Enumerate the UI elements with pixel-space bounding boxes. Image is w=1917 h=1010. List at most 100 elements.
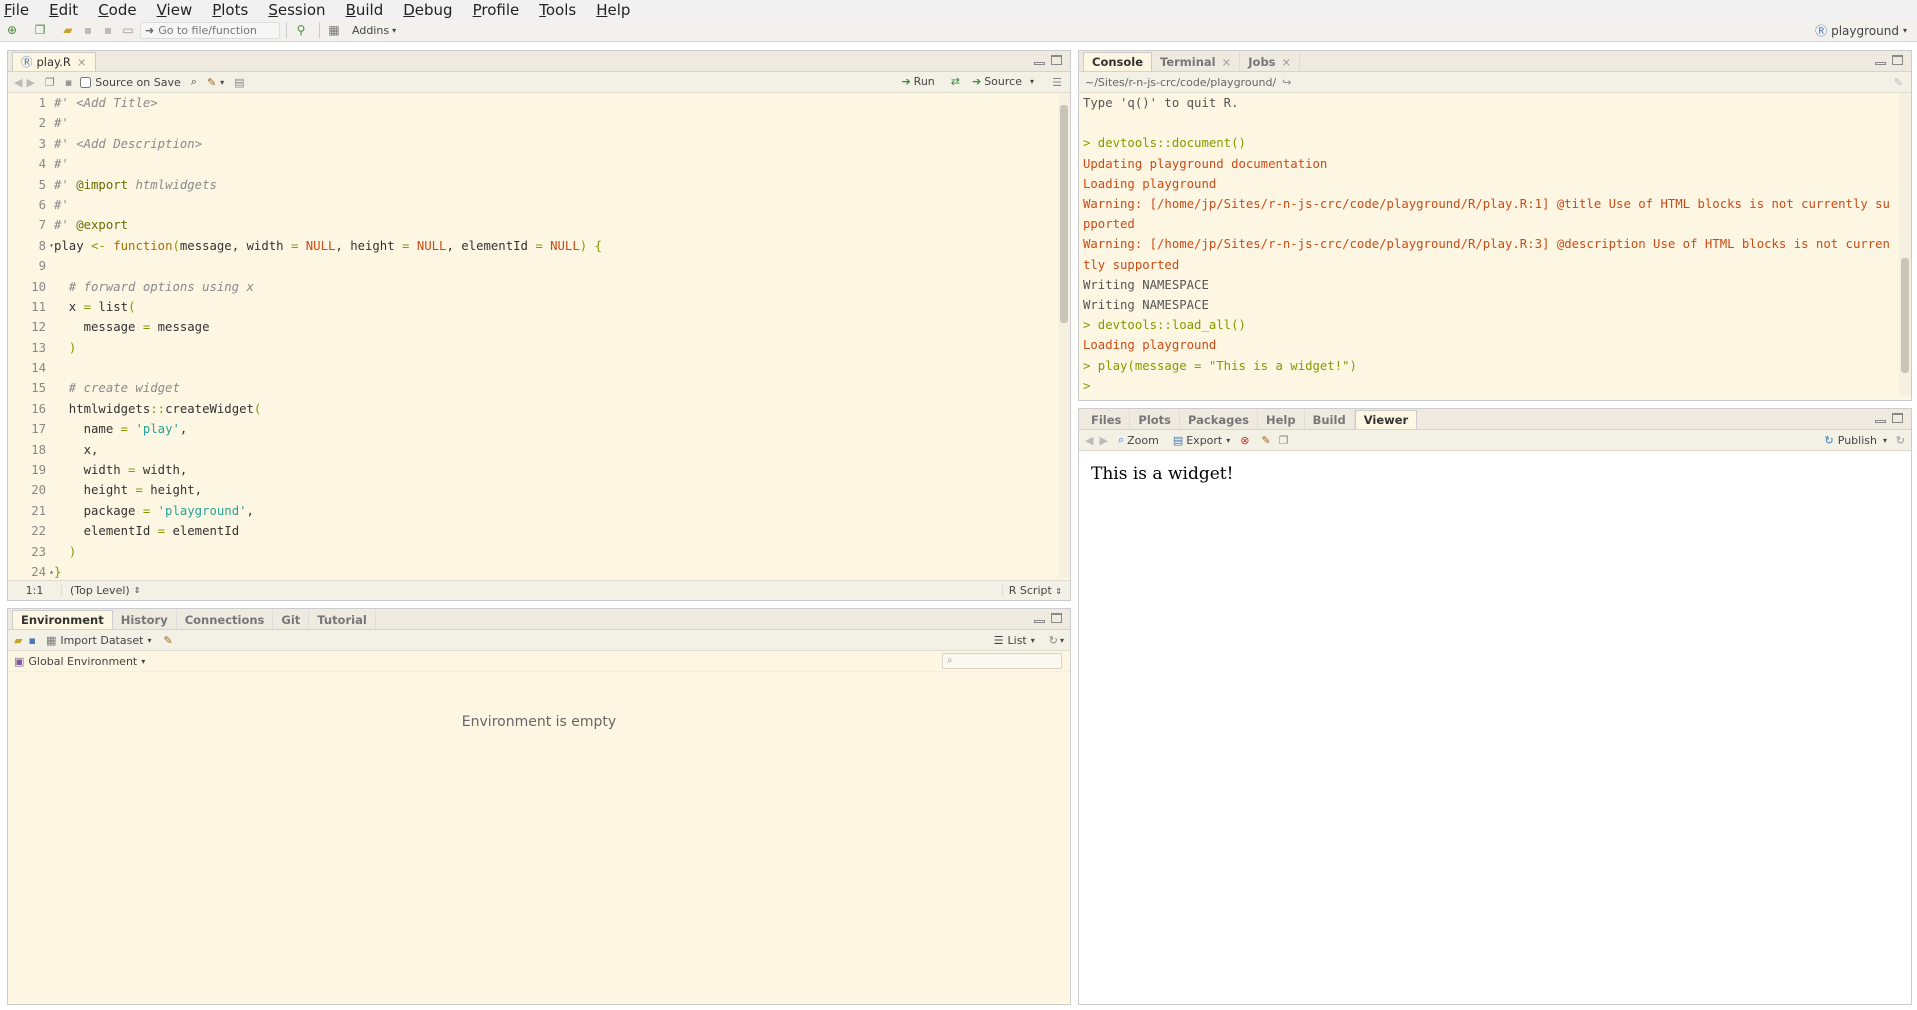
back-arrow-icon[interactable]: ◀: [1085, 434, 1093, 447]
console-output[interactable]: Type 'q()' to quit R. > devtools::docume…: [1083, 93, 1895, 396]
menu-debug[interactable]: Debug: [403, 1, 452, 19]
filetype-selector[interactable]: R Script ⇕: [1001, 584, 1062, 597]
goto-file-input[interactable]: ➜ Go to file/function: [140, 21, 280, 39]
console-line: > devtools::load_all(): [1083, 318, 1246, 333]
tab-console[interactable]: Console: [1083, 52, 1153, 71]
environment-selector[interactable]: Global Environment: [28, 655, 137, 668]
refresh-icon[interactable]: ↻: [1049, 634, 1058, 647]
console-line: > play(message = "This is a widget!"): [1083, 358, 1357, 373]
tab-plots[interactable]: Plots: [1130, 410, 1181, 429]
tab-terminal[interactable]: Terminal ×: [1152, 52, 1241, 71]
console-pane: Console Terminal × Jobs × ~/Sites/r-n-js-crc…: [1078, 50, 1912, 401]
viewer-content: This is a widget!: [1079, 452, 1911, 1004]
menu-build[interactable]: Build: [346, 1, 384, 19]
broom-icon[interactable]: ✎: [1261, 434, 1270, 447]
export-icon: ▤: [1172, 433, 1184, 447]
view-mode-button[interactable]: List: [1008, 634, 1027, 647]
r-project-icon: Ⓡ: [1815, 24, 1828, 38]
minimize-icon[interactable]: [1034, 62, 1045, 65]
code-line: 1 #' <Add Title>: [38, 96, 158, 110]
tab-play-r[interactable]: Ⓡplay.R ×: [12, 52, 96, 71]
outline-icon[interactable]: ☰: [1052, 76, 1062, 89]
forward-arrow-icon[interactable]: ▶: [1099, 434, 1107, 447]
tab-environment[interactable]: Environment: [12, 610, 113, 629]
minimize-icon[interactable]: [1875, 420, 1886, 423]
menu-session[interactable]: Session: [268, 1, 325, 19]
tab-packages[interactable]: Packages: [1180, 410, 1258, 429]
show-in-window-icon[interactable]: ❐: [45, 76, 55, 89]
maximize-icon[interactable]: [1892, 413, 1903, 423]
tab-viewer[interactable]: Viewer: [1354, 410, 1418, 429]
menu-profile[interactable]: Profile: [473, 1, 520, 19]
show-in-window-icon[interactable]: ❐: [1279, 434, 1289, 447]
maximize-icon[interactable]: [1051, 613, 1062, 623]
close-icon[interactable]: ×: [1282, 55, 1292, 69]
go-to-directory-icon[interactable]: ↪: [1282, 76, 1291, 89]
tab-history[interactable]: History: [113, 610, 177, 629]
menu-file[interactable]: File: [4, 1, 29, 19]
export-button[interactable]: Export: [1186, 434, 1222, 447]
search-icon[interactable]: ⌕: [191, 75, 197, 89]
environment-search-input[interactable]: ⌕: [942, 653, 1062, 669]
save-icon[interactable]: ▪: [80, 23, 96, 37]
tab-files[interactable]: Files: [1083, 410, 1131, 429]
rerun-icon[interactable]: ⇄: [951, 75, 960, 88]
tab-build[interactable]: Build: [1305, 410, 1355, 429]
tab-jobs[interactable]: Jobs ×: [1240, 52, 1301, 71]
chevron-down-icon: ▾: [392, 25, 397, 35]
clear-console-icon[interactable]: ✎: [1894, 76, 1903, 89]
source-button[interactable]: Source: [984, 75, 1022, 88]
minimize-icon[interactable]: [1034, 620, 1045, 623]
console-line: > devtools::document(): [1083, 136, 1246, 151]
close-icon[interactable]: ×: [1222, 55, 1232, 69]
print-icon[interactable]: ▭: [120, 23, 136, 37]
publish-button[interactable]: Publish: [1838, 434, 1877, 447]
editor-scrollbar[interactable]: [1058, 93, 1070, 578]
addins-menu[interactable]: Addins: [352, 24, 389, 37]
maximize-icon[interactable]: [1892, 55, 1903, 65]
menu-help[interactable]: Help: [596, 1, 630, 19]
maximize-icon[interactable]: [1051, 55, 1062, 65]
scope-selector[interactable]: (Top Level): [70, 584, 130, 597]
code-editor[interactable]: 1 #' <Add Title> 2 #' 3 #' <Add Description> 4…: [8, 93, 1058, 578]
source-on-save-checkbox[interactable]: [80, 76, 92, 88]
new-file-icon[interactable]: ⊕: [4, 23, 20, 37]
tab-tutorial[interactable]: Tutorial: [309, 610, 376, 629]
zoom-button[interactable]: Zoom: [1127, 434, 1159, 447]
chevron-down-icon: ▾: [1030, 635, 1035, 645]
import-dataset-button[interactable]: Import Dataset: [60, 634, 143, 647]
console-line: Warning: [/home/jp/Sites/r-n-js-crc/code…: [1083, 197, 1890, 232]
tab-git[interactable]: Git: [273, 610, 310, 629]
pane-layout-icon[interactable]: ▦: [326, 23, 342, 37]
forward-arrow-icon[interactable]: ▶: [26, 76, 34, 89]
back-arrow-icon[interactable]: ◀: [14, 76, 22, 89]
vcs-icon[interactable]: ⚲: [293, 23, 309, 37]
refresh-icon[interactable]: ↻: [1896, 434, 1905, 447]
menu-tools[interactable]: Tools: [539, 1, 576, 19]
save-workspace-icon[interactable]: ▪: [28, 634, 35, 647]
minimize-icon[interactable]: [1875, 62, 1886, 65]
tab-help[interactable]: Help: [1258, 410, 1305, 429]
run-button[interactable]: Run: [914, 75, 935, 88]
menu-view[interactable]: View: [157, 1, 193, 19]
wand-icon[interactable]: ✎: [207, 76, 216, 89]
menu-edit[interactable]: Edit: [49, 1, 78, 19]
project-menu[interactable]: Ⓡplayground ▾: [1815, 22, 1907, 39]
compile-report-icon[interactable]: ▤: [234, 76, 244, 89]
close-icon[interactable]: ×: [77, 55, 87, 69]
menu-code[interactable]: Code: [98, 1, 136, 19]
open-file-icon[interactable]: ▰: [60, 23, 76, 37]
save-file-icon[interactable]: ▪: [65, 76, 72, 89]
save-all-icon[interactable]: ▪: [100, 23, 116, 37]
code-line: 22 elementId = elementId: [31, 524, 240, 539]
chevron-down-icon[interactable]: ▾: [1030, 77, 1034, 86]
load-workspace-icon[interactable]: ▰: [14, 634, 22, 647]
menu-plots[interactable]: Plots: [212, 1, 248, 19]
tab-connections[interactable]: Connections: [177, 610, 274, 629]
code-line: 18 x,: [31, 442, 99, 457]
remove-viewer-icon[interactable]: ⊗: [1240, 434, 1249, 447]
chevron-down-icon: ▾: [147, 635, 152, 645]
new-project-icon[interactable]: ❐: [32, 23, 48, 37]
broom-icon[interactable]: ✎: [163, 634, 172, 647]
console-scrollbar[interactable]: [1899, 93, 1911, 396]
